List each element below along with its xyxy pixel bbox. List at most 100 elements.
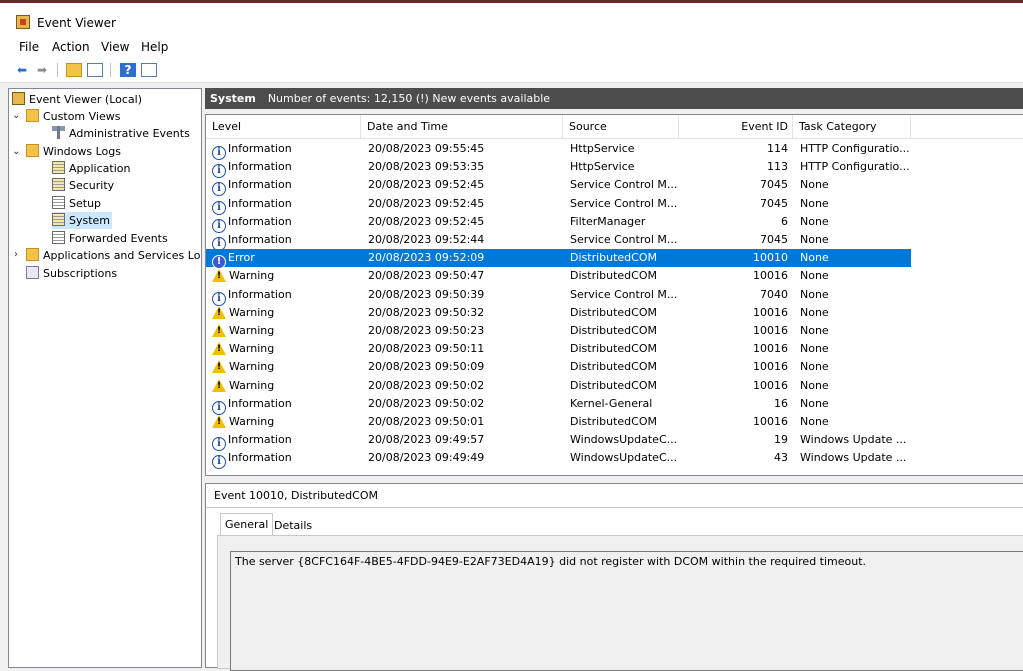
column-header-source[interactable]: Source	[563, 115, 679, 138]
column-header-event-id[interactable]: Event ID	[679, 115, 793, 138]
table-row[interactable]: Warning 20/08/2023 09:50:02 DistributedCOM…	[206, 377, 911, 395]
back-arrow-icon[interactable]: ⬅	[14, 63, 30, 77]
tree-item-forwarded-events[interactable]: Forwarded Events	[52, 230, 168, 247]
event-viewer-icon	[16, 15, 30, 29]
level-text: Warning	[229, 269, 275, 283]
level-text: Information	[228, 142, 292, 155]
tree-item-custom-views[interactable]: Custom Views	[26, 108, 120, 125]
table-row[interactable]: i Information 20/08/2023 09:52:45 Service C…	[206, 176, 911, 197]
cell-date: 20/08/2023 09:52:45	[368, 178, 485, 192]
event-viewer-icon	[12, 92, 25, 105]
tab-details[interactable]: Details	[270, 515, 316, 536]
cell-event-id: 114	[767, 142, 788, 155]
folder-icon	[26, 109, 39, 122]
tab-content: The server {8CFC164F-4BE5-4FDD-94E9-E2AF…	[217, 535, 1023, 671]
cell-source: DistributedCOM	[570, 251, 657, 265]
tree-item-label: Forwarded Events	[69, 232, 168, 245]
tree-item-label: Windows Logs	[43, 145, 121, 158]
table-row[interactable]: Warning 20/08/2023 09:50:09 DistributedCOM…	[206, 358, 911, 376]
cell-event-id: 10016	[753, 305, 788, 319]
cell-task-category: None	[800, 287, 829, 301]
folder-icon	[26, 248, 39, 261]
warning-icon	[212, 269, 226, 283]
tab-general[interactable]: General	[220, 513, 274, 536]
table-row[interactable]: Warning 20/08/2023 09:50:01 DistributedCOM…	[206, 413, 911, 431]
cell-level: Warning	[212, 304, 360, 322]
cell-date: 20/08/2023 09:50:11	[368, 342, 485, 356]
warning-icon	[212, 360, 226, 374]
log-icon	[52, 161, 65, 174]
level-text: Warning	[229, 324, 275, 337]
cell-source: DistributedCOM	[570, 305, 657, 319]
cell-event-id: 19	[774, 433, 788, 447]
tree-item-security[interactable]: Security	[52, 177, 114, 194]
menu-file[interactable]: File	[19, 40, 39, 54]
cell-level: Warning	[212, 340, 360, 358]
show-hide-tree-icon[interactable]	[87, 63, 103, 77]
log-name: System	[210, 92, 256, 105]
forward-arrow-icon[interactable]: ➡	[34, 63, 50, 77]
level-text: Information	[228, 433, 292, 447]
log-icon	[52, 178, 65, 191]
menu-help[interactable]: Help	[141, 40, 168, 54]
cell-source: WindowsUpdateC...	[570, 433, 678, 447]
table-row[interactable]: i Information 20/08/2023 09:52:45 FilterMan…	[206, 213, 911, 233]
warning-icon	[212, 324, 226, 337]
cell-level: i Information	[212, 431, 360, 452]
tree-item-administrative-events[interactable]: Administrative Events	[52, 125, 190, 142]
toolbar: ⬅ ➡ ?	[0, 58, 1023, 83]
cell-task-category: Windows Update ...	[800, 433, 907, 447]
cell-date: 20/08/2023 09:50:32	[368, 305, 485, 319]
column-header-level[interactable]: Level	[206, 115, 361, 138]
tree-item-application[interactable]: Application	[52, 160, 130, 177]
cell-source: Service Control M...	[570, 233, 678, 246]
tree-item-system[interactable]: System	[52, 212, 113, 229]
tree-item-label: Custom Views	[43, 110, 121, 123]
table-row[interactable]: i Information 20/08/2023 09:53:35 HttpServi…	[206, 158, 911, 179]
table-row[interactable]: Warning 20/08/2023 09:50:32 DistributedCOM…	[206, 304, 911, 322]
tree-item-applications-and-services[interactable]: Applications and Services Lo	[26, 247, 200, 264]
cell-level: Warning	[212, 413, 360, 431]
event-detail-pane: Event 10010, DistributedCOM General Deta…	[205, 483, 1023, 671]
table-row[interactable]: i Information 20/08/2023 09:50:39 Service C…	[206, 286, 911, 306]
tree-item-subscriptions[interactable]: Subscriptions	[26, 265, 117, 282]
cell-level: i Information	[212, 449, 360, 470]
divider	[206, 507, 1023, 508]
table-row[interactable]: Warning 20/08/2023 09:50:47 DistributedCOM…	[206, 267, 911, 285]
table-row[interactable]: i Information 20/08/2023 09:49:49 WindowsUp…	[206, 449, 911, 470]
cell-level: i Information	[212, 140, 360, 160]
cell-task-category: Windows Update ...	[800, 451, 907, 465]
show-hide-action-pane-icon[interactable]	[141, 63, 157, 77]
log-icon	[52, 213, 65, 226]
cell-date: 20/08/2023 09:50:09	[368, 360, 485, 374]
tree-item-root[interactable]: Event Viewer (Local)	[12, 91, 142, 108]
tree-item-setup[interactable]: Setup	[52, 195, 101, 212]
chevron-down-icon[interactable]: ⌄	[12, 110, 20, 121]
table-row[interactable]: i Information 20/08/2023 09:49:57 WindowsUp…	[206, 431, 911, 452]
cell-source: DistributedCOM	[570, 360, 657, 374]
column-header-task-category[interactable]: Task Category	[793, 115, 911, 138]
subscriptions-icon	[26, 266, 39, 279]
cell-source: FilterManager	[570, 214, 646, 228]
warning-icon	[212, 342, 226, 356]
up-folder-icon[interactable]	[66, 63, 82, 77]
help-icon[interactable]: ?	[120, 63, 136, 77]
cell-event-id: 10016	[753, 360, 788, 374]
warning-icon	[212, 378, 226, 392]
menu-view[interactable]: View	[101, 40, 129, 54]
tree-item-windows-logs[interactable]: Windows Logs	[26, 143, 121, 160]
cell-task-category: None	[800, 342, 829, 356]
table-row[interactable]: Warning 20/08/2023 09:50:23 DistributedCOM…	[206, 322, 911, 340]
cell-level: i Information	[212, 395, 360, 415]
cell-task-category: None	[800, 415, 829, 428]
table-row[interactable]: Warning 20/08/2023 09:50:11 DistributedCOM…	[206, 340, 911, 358]
menu-action[interactable]: Action	[52, 40, 90, 54]
table-row[interactable]: i Information 20/08/2023 09:52:44 Service C…	[206, 231, 911, 251]
table-row[interactable]: i Information 20/08/2023 09:52:45 Service C…	[206, 195, 911, 215]
table-row[interactable]: ! Error 20/08/2023 09:52:09 DistributedCOM 1…	[206, 249, 911, 270]
table-row[interactable]: i Information 20/08/2023 09:55:45 HttpServi…	[206, 140, 911, 160]
table-row[interactable]: i Information 20/08/2023 09:50:02 Kernel-Ge…	[206, 395, 911, 415]
chevron-down-icon[interactable]: ⌄	[12, 146, 20, 157]
chevron-right-icon[interactable]: ›	[14, 249, 18, 260]
column-header-date[interactable]: Date and Time	[361, 115, 563, 138]
